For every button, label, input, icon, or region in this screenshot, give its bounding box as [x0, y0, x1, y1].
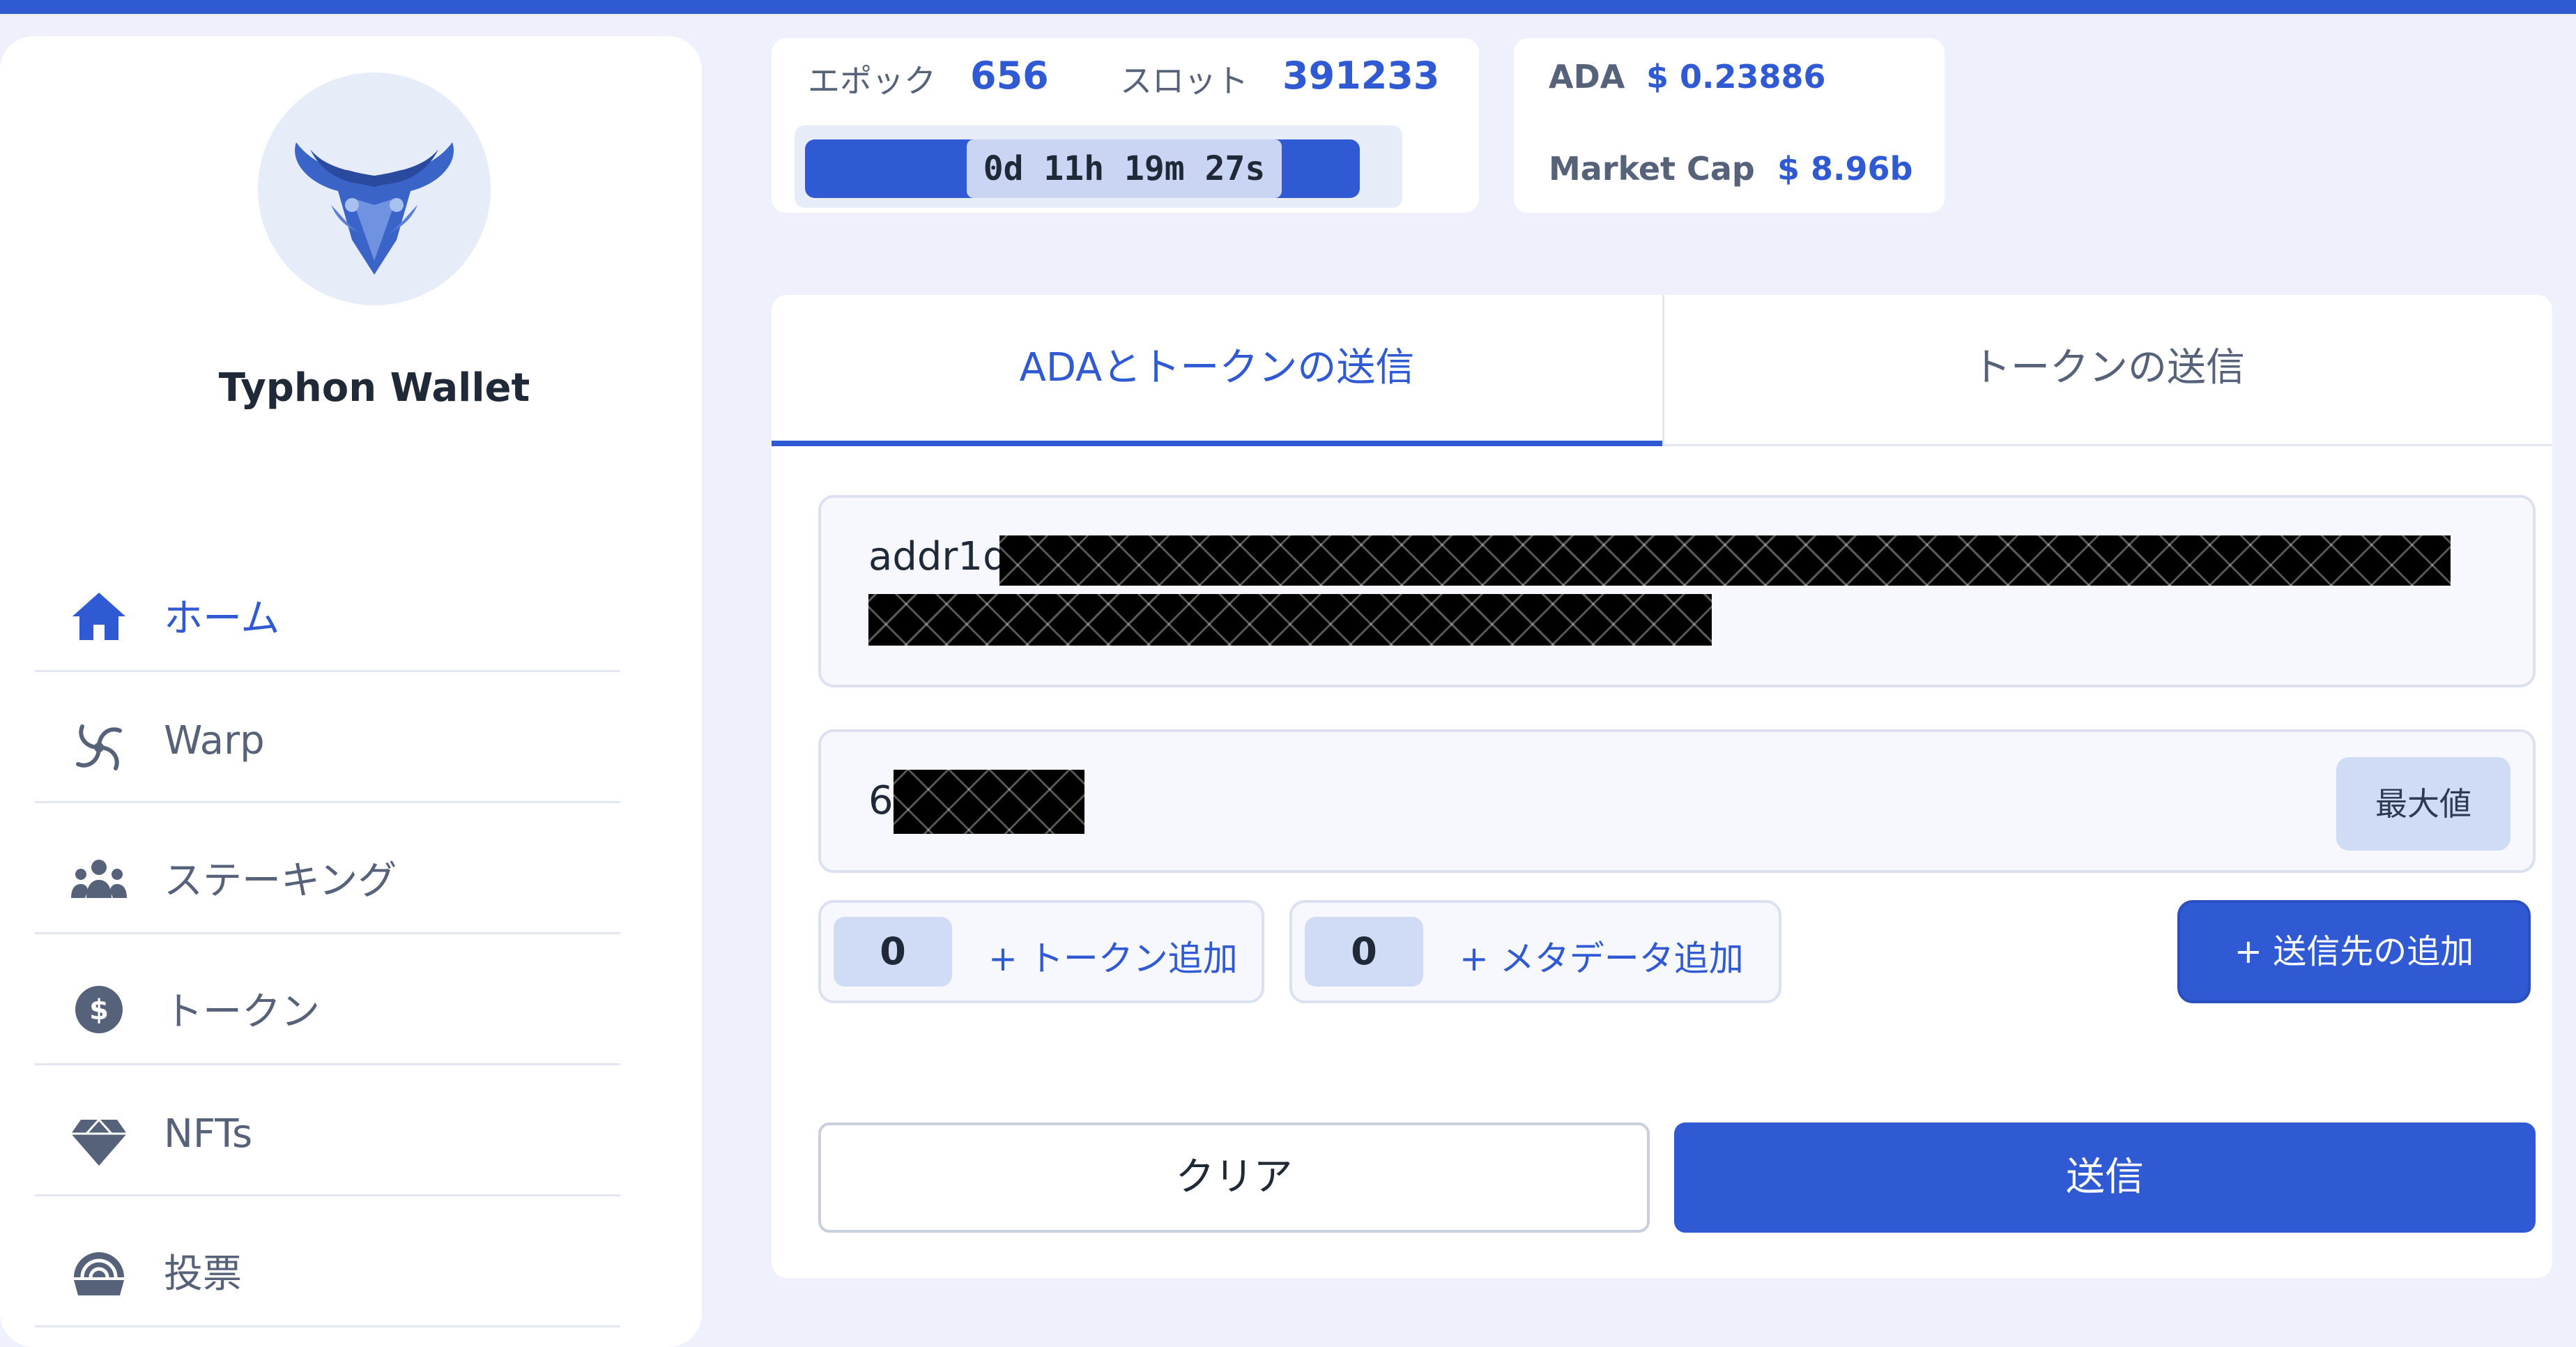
epoch-card: エポック 656 スロット 391233 0d 11h 19m 27s [772, 38, 1479, 213]
vote-icon [74, 1252, 124, 1295]
typhon-logo-icon [295, 142, 454, 275]
market-cap-label: Market Cap [1549, 150, 1755, 188]
recipient-address-field[interactable]: addr1q [818, 495, 2536, 687]
send-button[interactable]: 送信 [1674, 1122, 2536, 1233]
token-count: 0 [834, 917, 952, 987]
send-panel: ADAとトークンの送信 トークンの送信 addr1q 6 最大値 0 + トーク… [772, 295, 2552, 1278]
sidebar-item-label: ステーキング [164, 858, 397, 904]
address-value: addr1q [868, 534, 1008, 579]
slot-label: スロット [1120, 62, 1248, 100]
staking-icon [71, 860, 127, 898]
epoch-value: 656 [970, 54, 1049, 98]
svg-text:$: $ [89, 994, 109, 1026]
sidebar-item-nfts[interactable]: NFTs [35, 1065, 620, 1196]
add-metadata-label[interactable]: + メタデータ追加 [1459, 931, 1744, 981]
sidebar-item-label: トークン [164, 989, 320, 1035]
redacted-block [868, 594, 1712, 646]
epoch-countdown: 0d 11h 19m 27s [967, 139, 1282, 198]
add-recipient-button[interactable]: + 送信先の追加 [2177, 900, 2531, 1003]
max-amount-button[interactable]: 最大値 [2336, 757, 2510, 851]
sidebar-item-label: NFTs [164, 1111, 253, 1157]
warp-icon [76, 724, 122, 770]
sidebar-item-warp[interactable]: Warp [35, 672, 620, 803]
add-metadata-control[interactable]: 0 + メタデータ追加 [1289, 900, 1781, 1003]
market-cap-value: $ 8.96b [1777, 150, 1913, 188]
home-icon [72, 593, 125, 640]
amount-value: 6 [868, 778, 894, 823]
brand-name: Typhon Wallet [218, 365, 530, 411]
add-token-control[interactable]: 0 + トークン追加 [818, 900, 1264, 1003]
redacted-block [999, 535, 2451, 586]
slot-value: 391233 [1282, 54, 1440, 98]
sidebar-item-label: ホーム [164, 596, 280, 641]
token-icon: $ [75, 986, 123, 1033]
redacted-block [894, 770, 1084, 834]
top-accent-bar [0, 0, 2576, 14]
nft-icon [71, 1118, 127, 1166]
market-card: ADA $ 0.23886 Market Cap $ 8.96b [1514, 38, 1945, 213]
typhon-logo[interactable] [258, 73, 491, 305]
epoch-progress-bar: 0d 11h 19m 27s [795, 125, 1402, 208]
sidebar-item-staking[interactable]: ステーキング [35, 803, 620, 934]
clear-button[interactable]: クリア [818, 1122, 1650, 1233]
sidebar: Typhon Wallet ホーム Warp ステーキング $ トークン NFT… [0, 36, 702, 1347]
amount-field[interactable]: 6 最大値 [818, 729, 2536, 873]
tab-send-ada-tokens[interactable]: ADAとトークンの送信 [772, 295, 1662, 446]
sidebar-item-home[interactable]: ホーム [35, 541, 620, 672]
metadata-count: 0 [1305, 917, 1423, 987]
tab-send-tokens[interactable]: トークンの送信 [1662, 295, 2552, 446]
add-token-label[interactable]: + トークン追加 [988, 931, 1238, 981]
sidebar-item-token[interactable]: $ トークン [35, 934, 620, 1065]
ada-price: $ 0.23886 [1646, 58, 1826, 96]
sidebar-item-label: Warp [164, 718, 265, 763]
epoch-label: エポック [808, 62, 936, 100]
sidebar-item-label: 投票 [164, 1251, 242, 1297]
ada-label: ADA [1549, 58, 1625, 96]
